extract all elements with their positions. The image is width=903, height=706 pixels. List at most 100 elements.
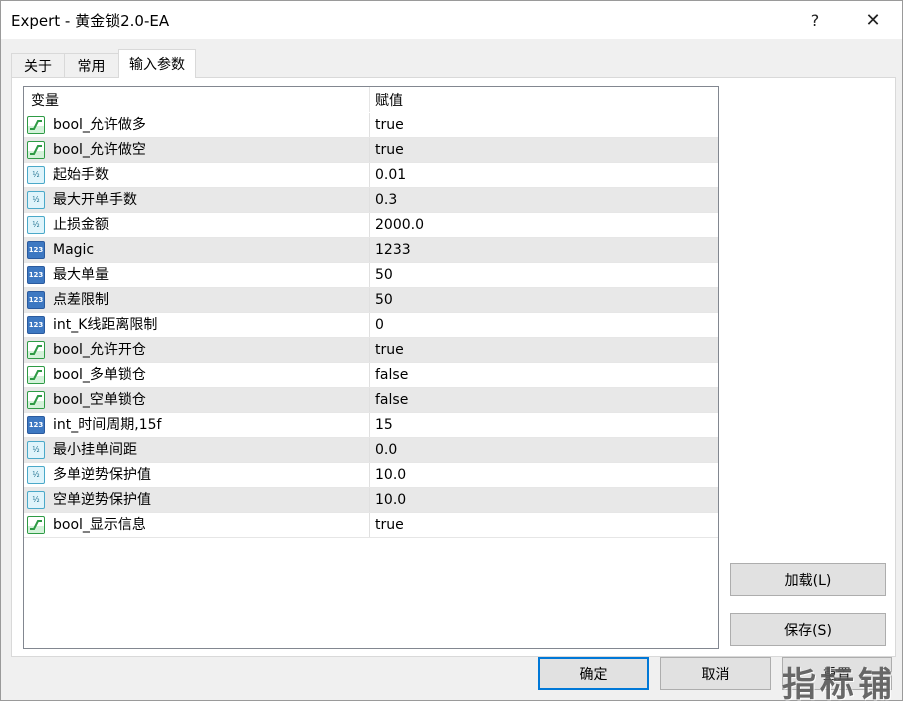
table-row[interactable]: ½ 起始手数 0.01 (24, 163, 718, 188)
table-row[interactable]: 123 最大单量 50 (24, 263, 718, 288)
column-divider (369, 438, 370, 462)
int-icon: 123 (27, 241, 45, 259)
column-divider (369, 263, 370, 287)
int-icon: 123 (27, 316, 45, 334)
variable-name: bool_多单锁仓 (53, 367, 146, 383)
variable-name: 空单逆势保护值 (53, 492, 151, 508)
column-divider (369, 188, 370, 212)
variable-value[interactable]: true (375, 513, 404, 538)
double-icon: ½ (27, 216, 45, 234)
title-bar: Expert - 黄金锁2.0-EA ? ✕ (1, 1, 902, 39)
variable-name: 最大开单手数 (53, 192, 137, 208)
variable-value[interactable]: 10.0 (375, 488, 406, 513)
bool-icon (27, 516, 45, 534)
header-divider[interactable] (369, 87, 370, 112)
table-row[interactable]: ½ 止损金额 2000.0 (24, 213, 718, 238)
ok-button[interactable]: 确定 (538, 657, 649, 690)
column-divider (369, 138, 370, 162)
table-row[interactable]: 123 点差限制 50 (24, 288, 718, 313)
variable-value[interactable]: 0.01 (375, 163, 406, 188)
close-icon: ✕ (865, 9, 881, 31)
table-row[interactable]: bool_允许做多 true (24, 113, 718, 138)
table-row[interactable]: bool_允许开仓 true (24, 338, 718, 363)
expert-dialog: Expert - 黄金锁2.0-EA ? ✕ 关于 常用 输入参数 变量 赋值 … (0, 0, 903, 705)
variable-value[interactable]: 50 (375, 288, 393, 313)
table-row[interactable]: bool_多单锁仓 false (24, 363, 718, 388)
column-divider (369, 363, 370, 387)
int-icon: 123 (27, 416, 45, 434)
variable-name: 最大单量 (53, 267, 109, 283)
variable-value[interactable]: 15 (375, 413, 393, 438)
header-value[interactable]: 赋值 (375, 87, 403, 112)
double-icon: ½ (27, 191, 45, 209)
table-row[interactable]: bool_显示信息 true (24, 513, 718, 538)
header-variable[interactable]: 变量 (31, 87, 59, 112)
close-button[interactable]: ✕ (850, 1, 896, 39)
tab-inputs[interactable]: 输入参数 (118, 49, 196, 78)
double-icon: ½ (27, 441, 45, 459)
variable-value[interactable]: true (375, 138, 404, 163)
table-row[interactable]: bool_空单锁仓 false (24, 388, 718, 413)
column-divider (369, 338, 370, 362)
table-row[interactable]: 123 int_时间周期,15f 15 (24, 413, 718, 438)
list-header: 变量 赋值 (24, 87, 718, 112)
double-icon: ½ (27, 491, 45, 509)
table-row[interactable]: ½ 空单逆势保护值 10.0 (24, 488, 718, 513)
table-row[interactable]: ½ 最小挂单间距 0.0 (24, 438, 718, 463)
table-row[interactable]: 123 Magic 1233 (24, 238, 718, 263)
bool-icon (27, 116, 45, 134)
variable-name: int_时间周期,15f (53, 417, 162, 433)
table-row[interactable]: ½ 最大开单手数 0.3 (24, 188, 718, 213)
watermark-logo: 指标铺 (782, 665, 896, 705)
variable-name: 多单逆势保护值 (53, 467, 151, 483)
variable-name: 最小挂单间距 (53, 442, 137, 458)
bool-icon (27, 141, 45, 159)
help-icon: ? (810, 10, 820, 30)
window-title: Expert - 黄金锁2.0-EA (11, 12, 170, 30)
variable-value[interactable]: true (375, 338, 404, 363)
column-divider (369, 213, 370, 237)
column-divider (369, 513, 370, 537)
double-icon: ½ (27, 166, 45, 184)
inputs-list[interactable]: 变量 赋值 bool_允许做多 true bool_允许做空 true ½ 起始手数 0.0… (23, 86, 719, 649)
variable-value[interactable]: 0 (375, 313, 384, 338)
column-divider (369, 113, 370, 137)
list-rows: bool_允许做多 true bool_允许做空 true ½ 起始手数 0.01 ½ 最大开单… (24, 113, 718, 538)
variable-value[interactable]: false (375, 363, 408, 388)
column-divider (369, 313, 370, 337)
variable-name: 止损金额 (53, 217, 109, 233)
tab-common[interactable]: 常用 (64, 53, 119, 77)
load-button[interactable]: 加载(L) (730, 563, 886, 596)
save-button[interactable]: 保存(S) (730, 613, 886, 646)
column-divider (369, 413, 370, 437)
variable-value[interactable]: true (375, 113, 404, 138)
variable-value[interactable]: 50 (375, 263, 393, 288)
table-row[interactable]: 123 int_K线距离限制 0 (24, 313, 718, 338)
variable-value[interactable]: 0.3 (375, 188, 397, 213)
table-row[interactable]: bool_允许做空 true (24, 138, 718, 163)
column-divider (369, 488, 370, 512)
variable-value[interactable]: 0.0 (375, 438, 397, 463)
variable-value[interactable]: false (375, 388, 408, 413)
variable-name: bool_允许做空 (53, 142, 146, 158)
variable-name: bool_空单锁仓 (53, 392, 146, 408)
variable-name: Magic (53, 242, 95, 258)
column-divider (369, 163, 370, 187)
column-divider (369, 288, 370, 312)
cancel-button[interactable]: 取消 (660, 657, 771, 690)
help-button[interactable]: ? (792, 1, 838, 39)
bool-icon (27, 366, 45, 384)
tab-about[interactable]: 关于 (11, 53, 65, 77)
bool-icon (27, 391, 45, 409)
column-divider (369, 388, 370, 412)
variable-name: bool_显示信息 (53, 517, 146, 533)
int-icon: 123 (27, 266, 45, 284)
double-icon: ½ (27, 466, 45, 484)
table-row[interactable]: ½ 多单逆势保护值 10.0 (24, 463, 718, 488)
column-divider (369, 238, 370, 262)
int-icon: 123 (27, 291, 45, 309)
variable-value[interactable]: 1233 (375, 238, 411, 263)
variable-name: bool_允许开仓 (53, 342, 146, 358)
variable-value[interactable]: 10.0 (375, 463, 406, 488)
variable-value[interactable]: 2000.0 (375, 213, 424, 238)
